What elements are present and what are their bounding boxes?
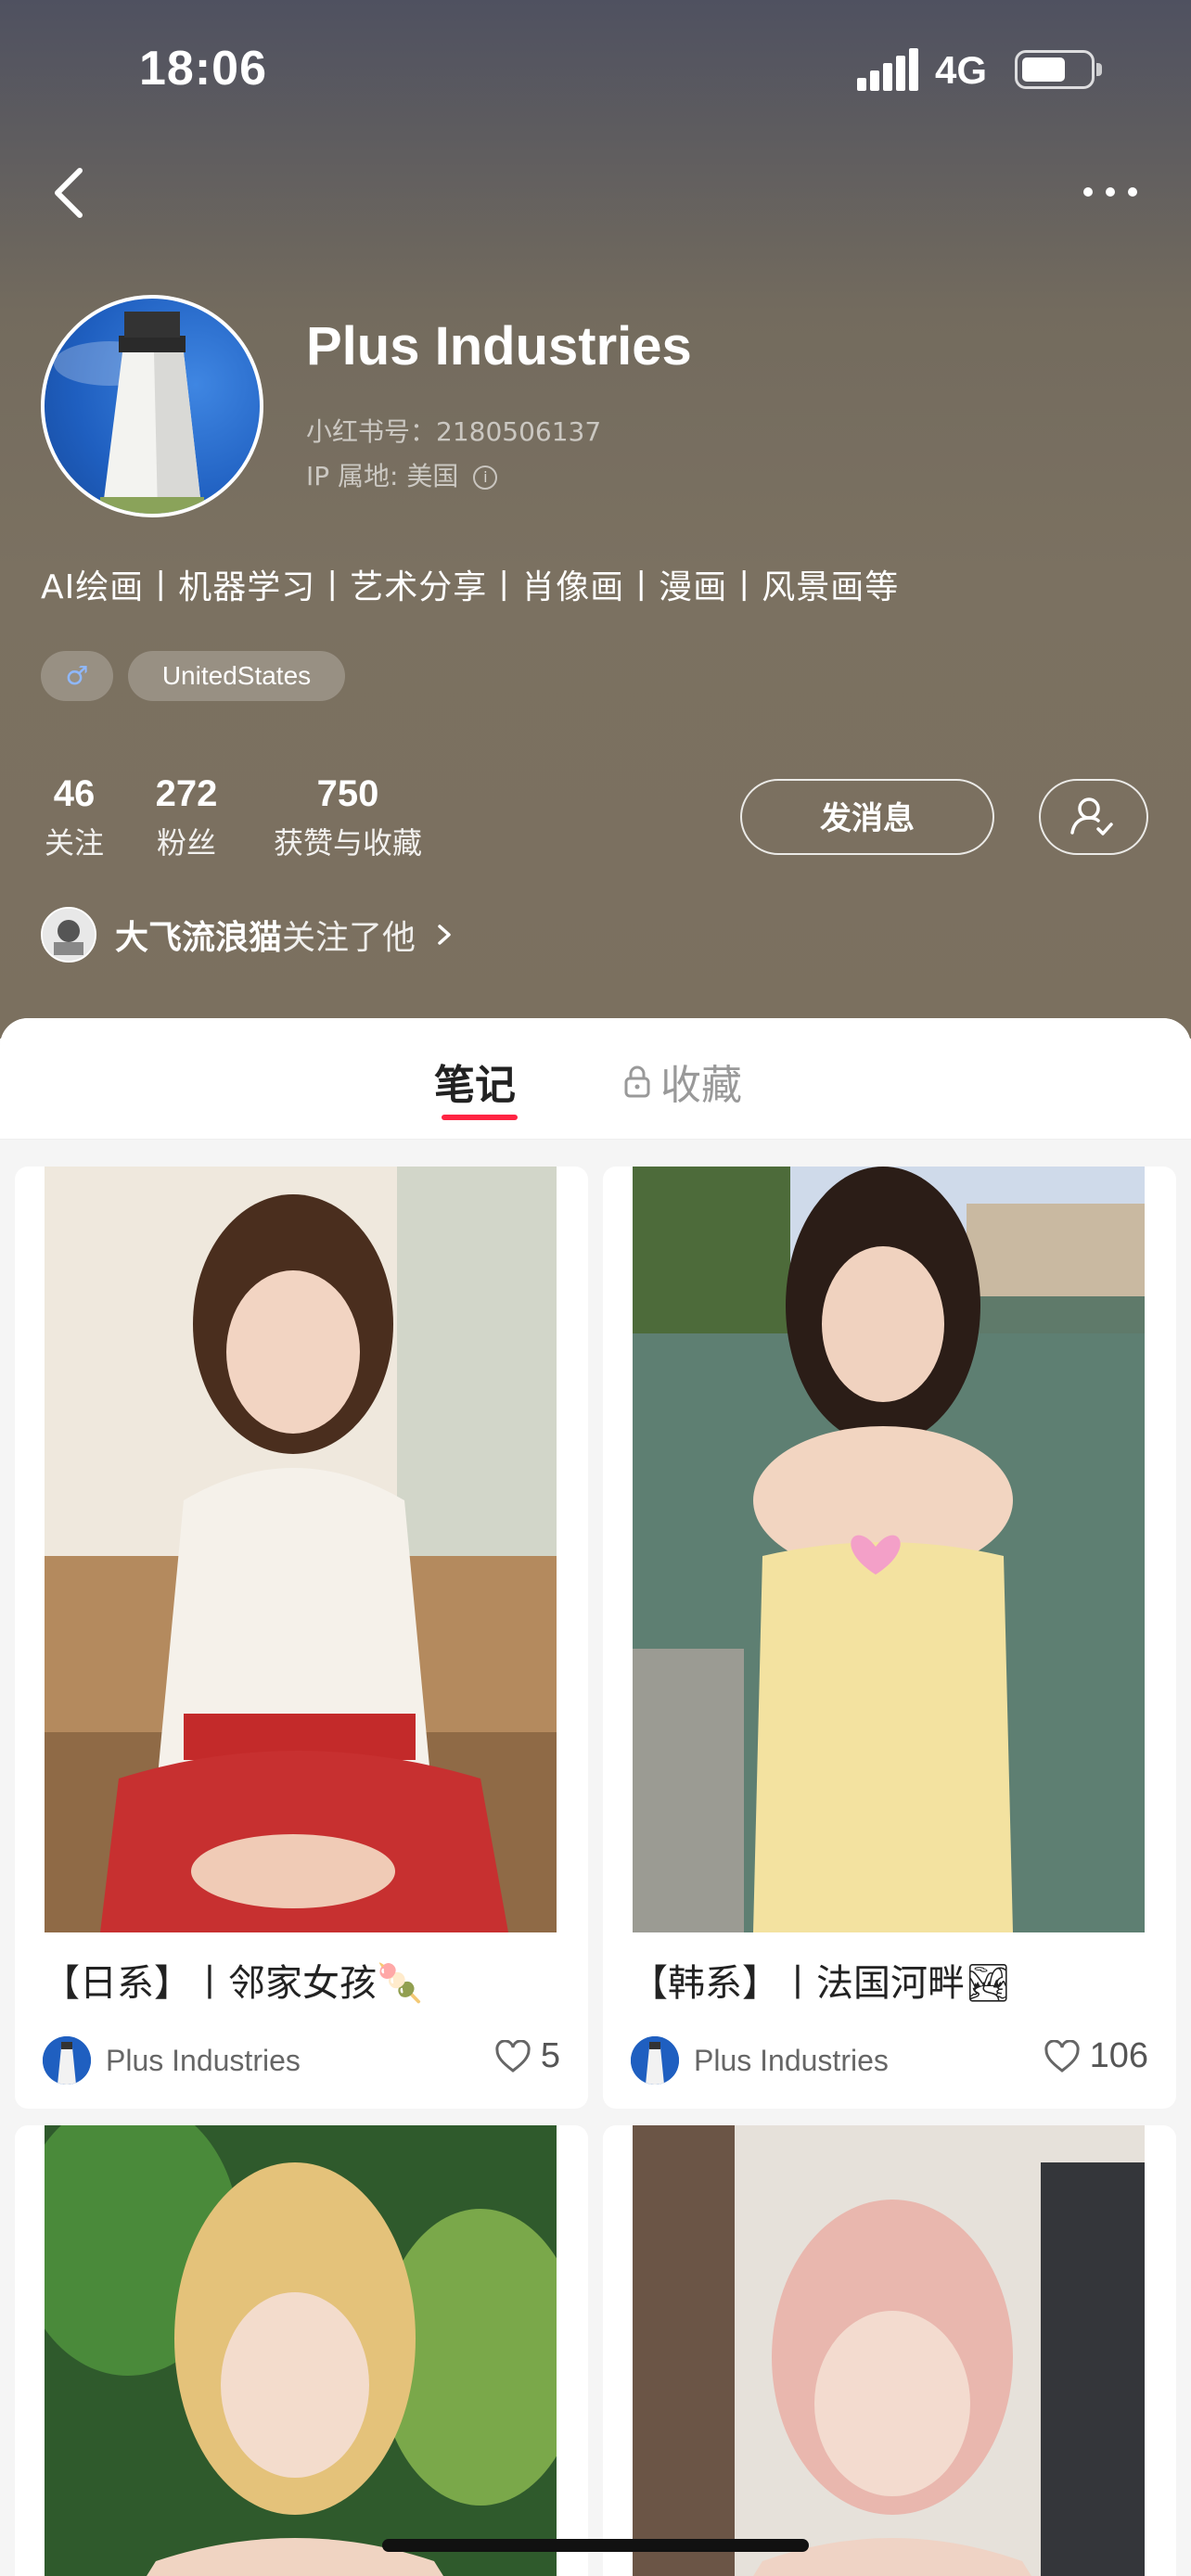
follower-avatar (41, 907, 96, 963)
more-dots-icon[interactable] (1082, 182, 1141, 204)
tab-favorites[interactable]: 收藏 (623, 1052, 742, 1111)
note-author[interactable]: Plus Industries (631, 2036, 889, 2085)
stat-following-value: 46 (53, 773, 96, 814)
gender-tag: ♂ (41, 651, 113, 701)
like-count[interactable]: 5 (494, 2036, 560, 2076)
note-cover-image (633, 2125, 1145, 2576)
notes-panel: 笔记 收藏 【日系】丨邻家女孩🍡 Plus Industries 5 【韩系】丨… (0, 1018, 1191, 2576)
profile-tabs: 笔记 收藏 (0, 1018, 1191, 1140)
note-author[interactable]: Plus Industries (43, 2036, 301, 2085)
profile-avatar[interactable] (41, 295, 263, 517)
tab-notes[interactable]: 笔记 (434, 1052, 516, 1111)
like-count-value: 106 (1089, 2036, 1148, 2075)
follow-button[interactable] (1039, 779, 1148, 855)
author-avatar (631, 2036, 679, 2085)
author-name: Plus Industries (106, 2043, 301, 2077)
note-cover-image (45, 1167, 557, 1932)
author-avatar (43, 2036, 91, 2085)
follower-name: 大飞流浪猫 (115, 919, 283, 957)
send-message-button[interactable]: 发消息 (740, 779, 994, 855)
network-type: 4G (935, 48, 988, 92)
note-title: 【韩系】丨法国河畔🏞 (631, 1962, 1012, 2005)
stat-followers-value: 272 (155, 773, 218, 814)
tab-favorites-label: 收藏 (660, 1062, 742, 1109)
battery-icon (1015, 50, 1102, 89)
note-title: 【日系】丨邻家女孩🍡 (43, 1962, 423, 2005)
note-cover-image (45, 2125, 557, 2576)
like-count[interactable]: 106 (1044, 2036, 1148, 2076)
profile-bio: AI绘画丨机器学习丨艺术分享丨肖像画丨漫画丨风景画等 (41, 568, 900, 606)
stat-followers-label: 粉丝 (156, 825, 216, 861)
heart-icon (495, 2039, 531, 2072)
red-id: 小红书号：2180506137 (306, 416, 602, 447)
heart-icon (1044, 2039, 1080, 2072)
back-chevron-icon[interactable] (46, 159, 93, 224)
stat-followers[interactable]: 272 粉丝 (145, 768, 228, 866)
stat-likes-value: 750 (316, 773, 379, 814)
author-name: Plus Industries (694, 2043, 889, 2077)
status-time: 18:06 (139, 42, 267, 96)
user-check-icon (1070, 797, 1113, 835)
note-card[interactable] (15, 2125, 588, 2576)
stat-following-label: 关注 (44, 825, 104, 861)
home-indicator (382, 2539, 809, 2552)
chevron-right-icon (438, 925, 451, 945)
followed-by-row[interactable]: 大飞流浪猫 关注了他 (41, 905, 460, 964)
profile-name: Plus Industries (306, 316, 692, 376)
stat-following[interactable]: 46 关注 (41, 768, 108, 866)
like-count-value: 5 (540, 2036, 560, 2075)
note-card[interactable]: 【韩系】丨法国河畔🏞 Plus Industries 106 (603, 1167, 1176, 2109)
ip-location: IP 属地: 美国 i (306, 456, 498, 493)
followed-text: 关注了他 (282, 919, 416, 957)
stat-likes-collects[interactable]: 750 获赞与收藏 (269, 768, 427, 866)
note-card[interactable] (603, 2125, 1176, 2576)
lock-icon (624, 1065, 650, 1098)
stat-likes-label: 获赞与收藏 (273, 825, 422, 861)
active-tab-indicator (442, 1115, 518, 1120)
ip-location-text: IP 属地: 美国 (306, 461, 459, 491)
note-cover-image (633, 1167, 1145, 1932)
info-icon[interactable]: i (473, 465, 498, 490)
location-tag: UnitedStates (128, 651, 345, 701)
profile-header-background (0, 0, 1191, 1039)
signal-icon (857, 48, 918, 91)
note-card[interactable]: 【日系】丨邻家女孩🍡 Plus Industries 5 (15, 1167, 588, 2109)
